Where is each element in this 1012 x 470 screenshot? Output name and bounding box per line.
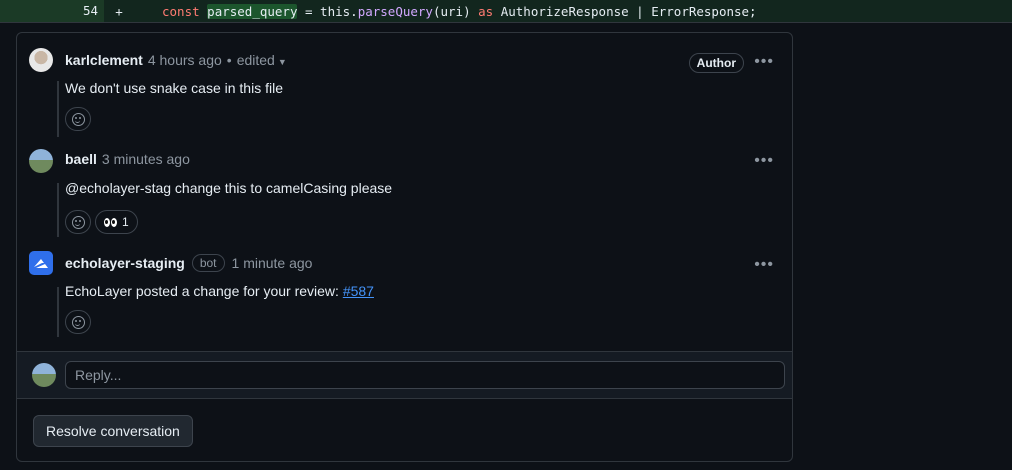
diff-code-line: 54 + const parsed_query = this.parseQuer…: [0, 0, 1012, 23]
code-args: (uri): [432, 3, 479, 19]
avatar[interactable]: [29, 149, 53, 173]
code-assign: = this.: [297, 3, 358, 19]
reactions: 1: [65, 210, 138, 234]
thread-timeline: [57, 287, 59, 337]
reactions: [65, 107, 91, 131]
code-rest: AuthorizeResponse | ErrorResponse;: [493, 3, 757, 19]
comment-header: karlclement 4 hours ago • edited ▼: [65, 52, 287, 68]
add-reaction-button[interactable]: [65, 310, 91, 334]
comment-header: echolayer-staging bot 1 minute ago: [65, 254, 312, 272]
smiley-icon: [71, 112, 85, 126]
thread-timeline: [57, 81, 59, 137]
pull-request-link[interactable]: #587: [343, 283, 374, 299]
eyes-emoji-icon: [104, 217, 117, 227]
code-content: const parsed_query = this.parseQuery(uri…: [134, 3, 757, 19]
edited-label: edited: [236, 52, 275, 68]
comment-text: EchoLayer posted a change for your revie…: [65, 283, 343, 299]
code-keyword-const: const: [162, 3, 200, 19]
kebab-horizontal-icon[interactable]: •••: [754, 257, 774, 273]
current-user-avatar[interactable]: [32, 363, 56, 387]
comment-body: EchoLayer posted a change for your revie…: [65, 283, 374, 299]
author-name[interactable]: karlclement: [65, 52, 143, 68]
code-highlighted-variable: parsed_query: [207, 3, 298, 19]
kebab-horizontal-icon[interactable]: •••: [754, 153, 774, 169]
caret-down-icon: ▼: [277, 57, 287, 67]
add-reaction-button[interactable]: [65, 107, 91, 131]
avatar[interactable]: [29, 48, 53, 72]
comment-header: baell 3 minutes ago: [65, 151, 190, 167]
eyes-reaction-button[interactable]: 1: [95, 210, 138, 234]
add-reaction-button[interactable]: [65, 210, 91, 234]
resolve-conversation-button[interactable]: Resolve conversation: [33, 415, 193, 447]
kebab-horizontal-icon[interactable]: •••: [754, 54, 774, 70]
author-name[interactable]: baell: [65, 151, 97, 167]
code-keyword-as: as: [478, 3, 494, 19]
reactions: [65, 310, 91, 334]
avatar[interactable]: [29, 251, 53, 275]
edited-dropdown[interactable]: edited ▼: [237, 52, 287, 68]
comment-body: We don't use snake case in this file: [65, 80, 283, 96]
comment-body: @echolayer-stag change this to camelCasi…: [65, 180, 393, 196]
reaction-count: 1: [122, 215, 129, 229]
separator: •: [226, 52, 232, 68]
review-thread: karlclement 4 hours ago • edited ▼ Author…: [16, 32, 793, 462]
echolayer-logo-icon: [34, 259, 48, 268]
smiley-icon: [71, 215, 85, 229]
reply-area: [17, 351, 792, 399]
thread-timeline: [57, 183, 59, 237]
author-name[interactable]: echolayer-staging: [65, 255, 185, 271]
code-function: parseQuery: [357, 3, 433, 19]
timestamp[interactable]: 1 minute ago: [232, 255, 313, 271]
timestamp[interactable]: 4 hours ago: [148, 52, 222, 68]
smiley-icon: [71, 315, 85, 329]
timestamp[interactable]: 3 minutes ago: [102, 151, 190, 167]
reply-input[interactable]: [65, 361, 785, 389]
bot-badge: bot: [191, 254, 225, 272]
diff-add-sign: +: [115, 3, 123, 19]
author-badge: Author: [688, 53, 744, 73]
line-number: 54: [0, 0, 104, 22]
